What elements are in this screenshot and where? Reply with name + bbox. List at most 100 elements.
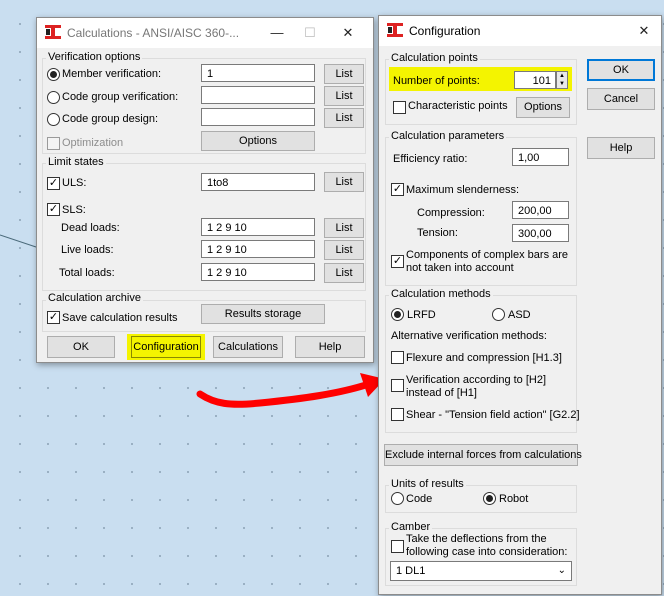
uls-checkbox[interactable]: ✓ (47, 177, 60, 190)
configuration-ok-button[interactable]: OK (587, 59, 655, 81)
shear-checkbox[interactable] (391, 408, 404, 421)
total-loads-list-button[interactable]: List (324, 263, 364, 283)
calculations-ok-button[interactable]: OK (47, 336, 115, 358)
camber-text-line1: Take the deflections from the (406, 533, 547, 545)
live-loads-label: Live loads: (61, 244, 114, 256)
config-logo-icon (387, 23, 403, 37)
points-spinner[interactable]: ▲ ▼ (556, 71, 568, 89)
robot-units-radio[interactable] (483, 492, 496, 505)
design-list-button[interactable]: List (324, 108, 364, 128)
characteristic-points-label: Characteristic points (408, 100, 508, 112)
uls-list-button[interactable]: List (324, 172, 364, 192)
verification-h2-label-line2: instead of [H1] (406, 387, 477, 399)
code-group-verification-label: Code group verification: (62, 91, 179, 103)
configuration-dialog: Configuration ✕ Calculation points Numbe… (378, 15, 662, 595)
member-list-button[interactable]: List (324, 64, 364, 84)
verification-options-label: Verification options (46, 51, 143, 63)
live-loads-list-button[interactable]: List (324, 240, 364, 260)
maximum-slenderness-label: Maximum slenderness: (406, 184, 520, 196)
alternative-methods-label: Alternative verification methods: (391, 330, 547, 342)
asd-label: ASD (508, 309, 531, 321)
total-loads-field[interactable]: 1 2 9 10 (201, 263, 315, 281)
member-verification-label: Member verification: (62, 68, 162, 80)
code-group-list-button[interactable]: List (324, 86, 364, 106)
uls-field[interactable]: 1to8 (201, 173, 315, 191)
calculations-titlebar[interactable]: Calculations - ANSI/AISC 360-... — ☐ ✕ (37, 18, 373, 48)
spinner-up-icon[interactable]: ▲ (557, 72, 567, 80)
flexure-checkbox[interactable] (391, 351, 404, 364)
asd-radio[interactable] (492, 308, 505, 321)
maximum-slenderness-checkbox[interactable]: ✓ (391, 183, 404, 196)
shear-label: Shear - "Tension field action" [G2.2] (406, 409, 580, 421)
member-verification-field[interactable]: 1 (201, 64, 315, 82)
optimization-label: Optimization (62, 137, 124, 149)
dead-loads-label: Dead loads: (61, 222, 120, 234)
number-of-points-label: Number of points: (393, 75, 480, 87)
calculations-help-button[interactable]: Help (295, 336, 365, 358)
configuration-help-button[interactable]: Help (587, 137, 655, 159)
code-group-verification-radio[interactable] (47, 91, 60, 104)
close-icon[interactable]: ✕ (333, 18, 363, 48)
characteristic-points-checkbox[interactable] (393, 101, 406, 114)
camber-label: Camber (389, 521, 433, 533)
code-group-verification-field[interactable] (201, 86, 315, 104)
tension-field[interactable]: 300,00 (512, 224, 569, 242)
camber-text-line2: following case into consideration: (406, 546, 568, 558)
complex-bars-label-line2: not taken into account (406, 262, 514, 274)
code-group-design-label: Code group design: (62, 113, 159, 125)
results-storage-button[interactable]: Results storage (201, 304, 325, 324)
total-loads-label: Total loads: (59, 267, 115, 279)
dead-loads-list-button[interactable]: List (324, 218, 364, 238)
compression-label: Compression: (417, 207, 485, 219)
compression-field[interactable]: 200,00 (512, 201, 569, 219)
minimize-icon[interactable]: — (262, 18, 292, 48)
efficiency-ratio-label: Efficiency ratio: (393, 153, 468, 165)
uls-label: ULS: (62, 177, 87, 189)
code-units-radio[interactable] (391, 492, 404, 505)
code-group-design-radio[interactable] (47, 113, 60, 126)
sls-checkbox[interactable]: ✓ (47, 203, 60, 216)
camber-checkbox[interactable] (391, 540, 404, 553)
calculation-parameters-label: Calculation parameters (389, 130, 507, 142)
configuration-button[interactable]: Configuration (131, 336, 201, 358)
verification-h2-checkbox[interactable] (391, 379, 404, 392)
robot-units-label: Robot (499, 493, 529, 505)
calculation-points-label: Calculation points (389, 52, 480, 64)
calculations-dialog: Calculations - ANSI/AISC 360-... — ☐ ✕ V… (36, 17, 374, 363)
camber-case-select[interactable]: 1 DL1 ⌄ (390, 561, 572, 581)
configuration-titlebar[interactable]: Configuration ✕ (379, 16, 661, 46)
code-group-design-field[interactable] (201, 108, 315, 126)
sls-label: SLS: (62, 204, 86, 216)
exclude-internal-forces-button[interactable]: Exclude internal forces from calculation… (384, 444, 582, 466)
efficiency-ratio-field[interactable]: 1,00 (512, 148, 569, 166)
calculation-methods-label: Calculation methods (389, 288, 493, 300)
app-logo-icon (45, 25, 61, 39)
spinner-down-icon[interactable]: ▼ (557, 80, 567, 88)
chevron-down-icon[interactable]: ⌄ (558, 562, 566, 580)
flexure-label: Flexure and compression [H1.3] (406, 352, 562, 364)
calculations-title: Calculations - ANSI/AISC 360-... (67, 26, 240, 40)
lrfd-radio[interactable] (391, 308, 404, 321)
optimization-options-button[interactable]: Options (201, 131, 315, 151)
verification-h2-label-line1: Verification according to [H2] (406, 374, 547, 386)
number-of-points-field[interactable]: 101 (514, 71, 556, 89)
calculations-button[interactable]: Calculations (213, 336, 283, 358)
configuration-cancel-button[interactable]: Cancel (587, 88, 655, 110)
configuration-title: Configuration (409, 24, 481, 38)
red-arrow-annotation (196, 373, 385, 408)
points-options-button[interactable]: Options (516, 97, 570, 118)
limit-states-label: Limit states (46, 156, 106, 168)
member-verification-radio[interactable] (47, 68, 60, 81)
optimization-checkbox[interactable] (47, 137, 60, 150)
config-close-icon[interactable]: ✕ (629, 16, 659, 46)
complex-bars-label-line1: Components of complex bars are (406, 249, 569, 261)
background-line (0, 234, 37, 248)
dead-loads-field[interactable]: 1 2 9 10 (201, 218, 315, 236)
calculation-archive-label: Calculation archive (46, 292, 143, 304)
camber-case-value: 1 DL1 (396, 565, 426, 577)
maximize-icon[interactable]: ☐ (295, 18, 325, 48)
lrfd-label: LRFD (407, 309, 436, 321)
live-loads-field[interactable]: 1 2 9 10 (201, 240, 315, 258)
complex-bars-checkbox[interactable]: ✓ (391, 255, 404, 268)
save-results-checkbox[interactable]: ✓ (47, 311, 60, 324)
